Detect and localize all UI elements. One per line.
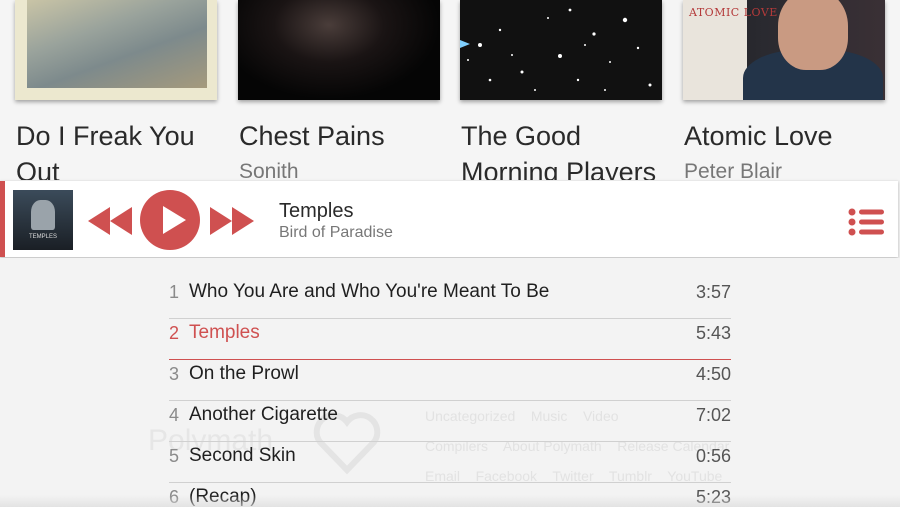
track-number: 3: [169, 364, 180, 384]
cover-text: ATOMIC LOVE: [689, 6, 778, 19]
track-row[interactable]: 4 Another Cigarette 7:02: [169, 401, 731, 442]
track-name: Second Skin: [189, 445, 296, 466]
track-number: 5: [169, 446, 180, 466]
previous-button[interactable]: [88, 207, 132, 235]
track-number: 1: [169, 282, 180, 302]
starfield-art: [460, 8, 652, 91]
album-grid: Do I Freak You Out Chest Pains Sonith Th…: [0, 0, 900, 180]
track-duration: 3:57: [695, 282, 731, 302]
cover-figure-face: [778, 0, 848, 70]
bottom-fade: [0, 495, 900, 507]
track-duration: 5:43: [695, 323, 731, 343]
now-playing-title: Temples: [279, 200, 354, 222]
track-duration: 0:56: [695, 446, 731, 466]
track-row[interactable]: 1 Who You Are and Who You're Meant To Be…: [169, 278, 731, 319]
track-row[interactable]: 5 Second Skin 0:56: [169, 442, 731, 483]
track-name: Temples: [189, 322, 260, 343]
now-playing-bar: TEMPLES Temples Bird of Paradise: [0, 181, 898, 257]
track-name: Another Cigarette: [189, 404, 338, 425]
album-artist[interactable]: Sonith: [239, 160, 299, 180]
track-list: 1 Who You Are and Who You're Meant To Be…: [169, 278, 731, 507]
track-name: Who You Are and Who You're Meant To Be: [189, 281, 550, 302]
album-card[interactable]: Do I Freak You Out: [15, 0, 219, 180]
album-cover[interactable]: [238, 0, 440, 100]
album-cover[interactable]: ATOMIC LOVE: [683, 0, 885, 100]
list-icon: [848, 208, 884, 236]
fast-forward-icon: [210, 207, 254, 235]
album-card[interactable]: Chest Pains Sonith: [238, 0, 442, 180]
album-title[interactable]: Chest Pains: [239, 118, 385, 154]
album-title[interactable]: Atomic Love: [684, 118, 833, 154]
rewind-icon: [88, 207, 132, 235]
track-row[interactable]: 3 On the Prowl 4:50: [169, 360, 731, 401]
album-card[interactable]: ATOMIC LOVE Atomic Love Peter Blair: [683, 0, 887, 180]
queue-button[interactable]: [848, 208, 884, 236]
track-name: On the Prowl: [189, 363, 299, 384]
play-button[interactable]: [140, 190, 200, 250]
play-icon: [163, 206, 186, 234]
album-title[interactable]: The Good Morning Players: [461, 118, 656, 180]
album-cover[interactable]: [460, 0, 662, 100]
track-duration: 4:50: [695, 364, 731, 384]
now-playing-artist[interactable]: Bird of Paradise: [279, 224, 393, 242]
track-number: 4: [169, 405, 180, 425]
track-duration: 7:02: [695, 405, 731, 425]
album-cover[interactable]: [15, 0, 217, 100]
artwork-figure: [31, 200, 55, 230]
album-artist[interactable]: Peter Blair: [684, 160, 782, 180]
track-row-active[interactable]: 2 Temples 5:43: [169, 319, 731, 360]
now-playing-artwork[interactable]: TEMPLES: [13, 190, 73, 250]
album-title[interactable]: Do I Freak You Out: [16, 118, 195, 180]
artwork-caption: TEMPLES: [28, 234, 57, 240]
next-button[interactable]: [210, 207, 254, 235]
track-list-panel: Polymath Uncategorized Music Video Compi…: [0, 258, 900, 507]
album-card[interactable]: The Good Morning Players: [460, 0, 664, 180]
track-number: 2: [169, 323, 180, 343]
